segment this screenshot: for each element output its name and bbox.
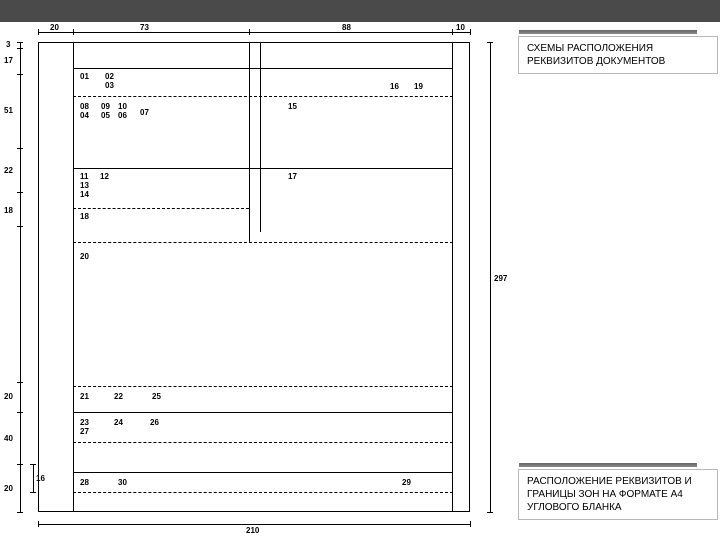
- code-12: 12: [100, 172, 109, 181]
- code-20: 20: [80, 252, 89, 261]
- row-low: [73, 412, 453, 413]
- code-15: 15: [288, 102, 297, 111]
- dim-top-line: [38, 32, 470, 33]
- caption-bottom-text: РАСПОЛОЖЕНИЕ РЕКВИЗИТОВ И ГРАНИЦЫ ЗОН НА…: [527, 475, 709, 514]
- code-07: 07: [140, 108, 149, 117]
- center-divider: [249, 42, 250, 242]
- dash-5: [73, 442, 453, 443]
- dim-20a: 20: [4, 392, 13, 401]
- code-28: 28: [80, 478, 89, 487]
- row-mid1: [73, 168, 453, 169]
- dim-73: 73: [140, 23, 149, 32]
- code-17: 17: [288, 172, 297, 181]
- dim-20b: 20: [4, 484, 13, 493]
- row-top: [73, 68, 453, 69]
- code-26: 26: [150, 418, 159, 427]
- dim-51: 51: [4, 106, 13, 115]
- dash-1: [73, 96, 453, 97]
- code-25: 25: [152, 392, 161, 401]
- code-24: 24: [114, 418, 123, 427]
- caption-stripe: [519, 463, 697, 467]
- code-22: 22: [114, 392, 123, 401]
- code-23-27: 23 27: [80, 418, 89, 436]
- dash-6: [73, 492, 453, 493]
- dim-88: 88: [342, 23, 351, 32]
- code-21: 21: [80, 392, 89, 401]
- dim-22: 22: [4, 166, 13, 175]
- dim-210: 210: [246, 526, 259, 535]
- code-11-13-14: 11 13 14: [80, 172, 89, 199]
- dim-3: 3: [6, 40, 10, 49]
- caption-bottom: РАСПОЛОЖЕНИЕ РЕКВИЗИТОВ И ГРАНИЦЫ ЗОН НА…: [518, 469, 718, 520]
- dim-210-line: [38, 524, 470, 525]
- code-08-04: 08 04: [80, 102, 89, 120]
- dim-297-line: [490, 42, 491, 512]
- code-16: 16: [390, 82, 399, 91]
- dim-40: 40: [4, 434, 13, 443]
- dim-10: 10: [456, 23, 465, 32]
- dash-2: [73, 208, 249, 209]
- dash-4: [73, 386, 453, 387]
- dim-20: 20: [50, 23, 59, 32]
- caption-top: СХЕМЫ РАСПОЛОЖЕНИЯ РЕКВИЗИТОВ ДОКУМЕНТОВ: [518, 36, 718, 74]
- dash-3: [73, 242, 453, 243]
- dim-17: 17: [4, 56, 13, 65]
- code-02-03: 02 03: [105, 72, 114, 90]
- dim-18: 18: [4, 206, 13, 215]
- code-01: 01: [80, 72, 89, 81]
- row-448: [73, 472, 453, 473]
- code-29: 29: [402, 478, 411, 487]
- code-10-06: 10 06: [118, 102, 127, 120]
- caption-stripe: [519, 30, 697, 34]
- caption-top-text: СХЕМЫ РАСПОЛОЖЕНИЯ РЕКВИЗИТОВ ДОКУМЕНТОВ: [527, 42, 709, 68]
- code-09-05: 09 05: [101, 102, 110, 120]
- layout-diagram: 20 73 88 10 3 17 51 22 18 20 40 16 20 29…: [0, 24, 510, 538]
- dim-left-line: [20, 42, 21, 512]
- code-30: 30: [118, 478, 127, 487]
- dim-297: 297: [494, 274, 507, 283]
- slide-top-bar: [0, 0, 720, 22]
- code-19: 19: [414, 82, 423, 91]
- center-divider-2: [260, 42, 261, 232]
- code-18: 18: [80, 212, 89, 221]
